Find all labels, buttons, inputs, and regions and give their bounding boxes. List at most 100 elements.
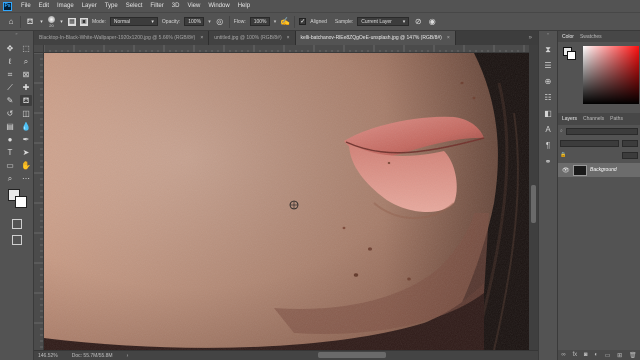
healing-brush-tool-icon[interactable]: ✚ <box>20 82 32 93</box>
brush-settings-icon[interactable]: ▦ <box>68 17 76 26</box>
hand-tool-icon[interactable]: ✋ <box>20 160 32 171</box>
navigator-panel-icon[interactable]: ◧ <box>541 108 555 119</box>
ruler-vertical[interactable] <box>34 53 44 350</box>
home-icon[interactable]: ⌂ <box>6 17 16 27</box>
ruler-horizontal[interactable] <box>44 45 529 53</box>
close-icon[interactable]: × <box>447 35 450 41</box>
blend-mode-select[interactable] <box>560 139 619 147</box>
move-tool-icon[interactable]: ✥ <box>4 43 16 54</box>
tab-document-3[interactable]: kelli-batchanov-RlEe8ZQgOeE-unsplash.jpg… <box>295 31 456 45</box>
vertical-scroll-thumb[interactable] <box>531 185 536 223</box>
opacity-input[interactable]: 100% <box>184 17 205 26</box>
path-select-tool-icon[interactable]: ➤ <box>20 147 32 158</box>
menu-file[interactable]: File <box>17 0 35 12</box>
chevron-down-icon[interactable]: ▾ <box>59 17 64 27</box>
tab-layers[interactable]: Layers <box>562 116 577 122</box>
clone-source-panel-icon[interactable]: ⚭ <box>541 156 555 167</box>
paragraph-panel-icon[interactable]: ¶ <box>541 140 555 151</box>
eyedropper-tool-icon[interactable]: ⟋ <box>4 82 16 93</box>
tab-document-1[interactable]: Blacktop-In-Black-White-Wallpaper-1920x1… <box>34 31 210 45</box>
collapse-panels-icon[interactable]: « <box>539 31 557 39</box>
menu-help[interactable]: Help <box>234 0 254 12</box>
gradient-tool-icon[interactable]: ▤ <box>4 121 16 132</box>
chevron-down-icon[interactable]: ▾ <box>208 19 211 25</box>
close-icon[interactable]: × <box>287 35 290 41</box>
airbrush-icon[interactable]: ✍ <box>280 17 290 27</box>
menu-view[interactable]: View <box>183 0 204 12</box>
zoom-level[interactable]: 146.52% <box>38 353 58 359</box>
mode-select[interactable]: Normal ▾ <box>109 17 158 26</box>
new-fill-layer-icon[interactable]: ◐ <box>594 352 598 358</box>
layer-opacity-input[interactable] <box>622 139 638 147</box>
menu-type[interactable]: Type <box>101 0 122 12</box>
brush-tool-icon[interactable]: ✎ <box>4 95 16 106</box>
pressure-size-icon[interactable]: ◉ <box>427 17 437 27</box>
color-swatches[interactable] <box>8 189 28 209</box>
photoshop-logo-icon[interactable]: Ps <box>3 1 12 11</box>
eraser-tool-icon[interactable]: ◫ <box>20 108 32 119</box>
chevron-down-icon[interactable]: ▾ <box>39 17 44 27</box>
brush-preset-picker[interactable]: 20 <box>48 15 55 28</box>
link-layers-icon[interactable]: ∞ <box>561 352 565 358</box>
menu-edit[interactable]: Edit <box>35 0 53 12</box>
tab-swatches[interactable]: Swatches <box>580 34 602 40</box>
properties-panel-icon[interactable]: ☰ <box>541 60 555 71</box>
background-color-swatch[interactable] <box>567 51 576 60</box>
tab-channels[interactable]: Channels <box>583 116 604 122</box>
quick-select-tool-icon[interactable]: ⌕ <box>20 56 32 67</box>
aligned-checkbox[interactable]: ✓ <box>299 18 307 25</box>
menu-3d[interactable]: 3D <box>168 0 184 12</box>
delete-layer-icon[interactable]: 🗑 <box>629 352 637 359</box>
marquee-tool-icon[interactable]: ⬚ <box>20 43 32 54</box>
layer-name[interactable]: Background <box>590 167 617 173</box>
document-canvas[interactable] <box>44 53 529 350</box>
layer-fill-input[interactable] <box>622 151 638 159</box>
adjustments-panel-icon[interactable]: ⊕ <box>541 76 555 87</box>
menu-filter[interactable]: Filter <box>146 0 167 12</box>
ruler-corner[interactable] <box>34 45 44 53</box>
history-brush-tool-icon[interactable]: ↺ <box>4 108 16 119</box>
close-icon[interactable]: × <box>200 35 203 41</box>
chevron-right-icon[interactable]: › <box>127 353 129 359</box>
clone-source-icon[interactable]: ▣ <box>80 17 88 26</box>
more-tools-icon[interactable]: ⋯ <box>20 173 32 184</box>
character-panel-icon[interactable]: A <box>541 124 555 135</box>
visibility-eye-icon[interactable]: 👁 <box>562 167 570 174</box>
layer-row[interactable]: 👁 Background <box>558 163 640 177</box>
tab-color[interactable]: Color <box>562 34 574 40</box>
menu-image[interactable]: Image <box>53 0 78 12</box>
lasso-tool-icon[interactable]: ℓ <box>4 56 16 67</box>
new-layer-icon[interactable]: ⊞ <box>617 352 622 359</box>
vertical-scrollbar[interactable] <box>529 45 538 350</box>
frame-tool-icon[interactable]: ⊠ <box>20 69 32 80</box>
clone-stamp-tool-icon[interactable]: ⛾ <box>20 95 32 106</box>
new-group-icon[interactable]: ▭ <box>605 352 611 359</box>
menu-layer[interactable]: Layer <box>78 0 101 12</box>
layer-filter-select[interactable] <box>565 127 638 135</box>
pen-tool-icon[interactable]: ✒ <box>20 134 32 145</box>
dodge-tool-icon[interactable]: ● <box>4 134 16 145</box>
type-tool-icon[interactable]: T <box>4 147 16 158</box>
stamp-icon[interactable]: ⛾ <box>25 17 35 27</box>
sample-all-icon[interactable]: ⊘ <box>413 17 423 27</box>
sample-select[interactable]: Current Layer ▾ <box>357 17 410 26</box>
blur-tool-icon[interactable]: 💧 <box>20 121 32 132</box>
lock-icon[interactable]: 🔒 <box>560 152 566 158</box>
zoom-tool-icon[interactable]: ⌕ <box>4 173 16 184</box>
libraries-panel-icon[interactable]: ☷ <box>541 92 555 103</box>
add-mask-icon[interactable]: ◙ <box>584 352 588 358</box>
layer-style-icon[interactable]: fx <box>572 352 577 358</box>
rectangle-tool-icon[interactable]: ▭ <box>4 160 16 171</box>
flow-input[interactable]: 100% <box>249 17 270 26</box>
menu-window[interactable]: Window <box>204 0 233 12</box>
quick-mask-icon[interactable] <box>12 219 22 229</box>
pressure-icon[interactable]: ◎ <box>215 17 225 27</box>
background-color-swatch[interactable] <box>15 196 27 208</box>
tab-document-2[interactable]: untitled.jpg @ 100% (RGB/8#) × <box>209 31 296 45</box>
color-spectrum-picker[interactable] <box>583 46 639 104</box>
screen-mode-icon[interactable] <box>12 235 22 245</box>
more-tabs-icon[interactable]: » <box>529 31 538 45</box>
history-panel-icon[interactable]: ⧗ <box>541 44 555 55</box>
crop-tool-icon[interactable]: ⌗ <box>4 69 16 80</box>
horizontal-scroll-thumb[interactable] <box>318 352 386 358</box>
